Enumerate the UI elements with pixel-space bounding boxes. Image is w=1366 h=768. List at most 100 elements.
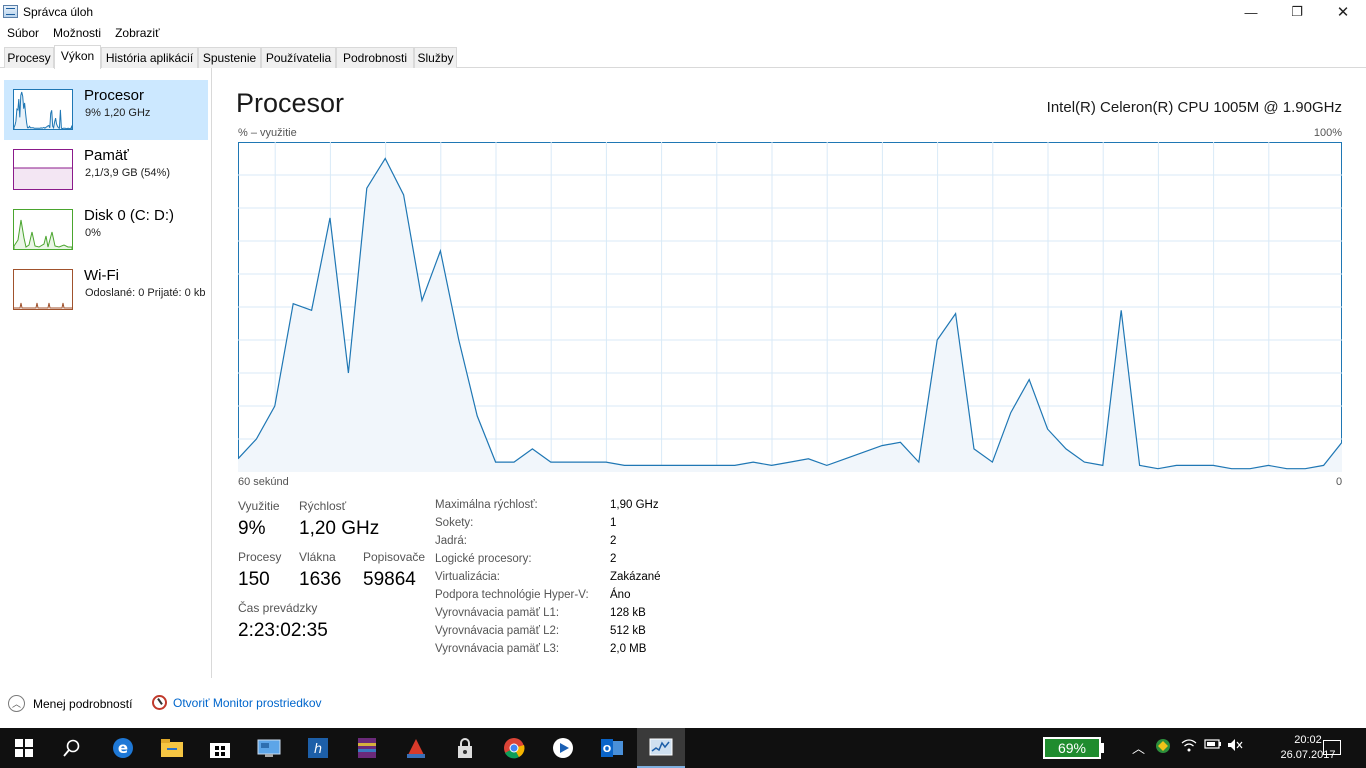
spec-label: Podpora technológie Hyper-V:	[435, 589, 589, 601]
tab-bar: Procesy Výkon História aplikácií Spusten…	[0, 45, 1366, 69]
title-bar: Správca úloh — ❐ ✕	[0, 0, 1366, 24]
wifi-icon[interactable]	[1181, 738, 1197, 755]
network-app-icon[interactable]	[1155, 738, 1171, 757]
svg-text:O: O	[603, 744, 612, 755]
resource-sidebar: Procesor 9% 1,20 GHz Pamäť 2,1/3,9 GB (5…	[0, 68, 212, 678]
sidebar-item-label: Procesor	[84, 87, 145, 104]
edge-icon[interactable]: e	[99, 728, 147, 768]
spec-value: Zakázané	[610, 571, 661, 583]
task-manager-taskbar-icon[interactable]	[637, 728, 685, 768]
chevron-up-tray-icon[interactable]: ︿	[1132, 738, 1145, 757]
utilization-label: Využitie	[238, 499, 280, 513]
speed-value: 1,20 GHz	[299, 518, 380, 539]
minimize-button[interactable]: —	[1228, 0, 1274, 24]
spec-value: 2	[610, 535, 617, 547]
media-player-icon[interactable]	[539, 728, 587, 768]
sidebar-item-label: Wi-Fi	[84, 267, 119, 284]
file-explorer-icon[interactable]	[148, 728, 196, 768]
spec-value: 1	[610, 517, 617, 529]
spec-label: Vyrovnávacia pamäť L3:	[435, 643, 560, 655]
spec-value: 1,90 GHz	[610, 499, 659, 511]
volume-muted-icon[interactable]	[1227, 738, 1243, 755]
uptime-value: 2:23:02:35	[238, 620, 328, 641]
wifi-thumbnail-graph	[13, 269, 73, 310]
menu-options[interactable]: Možnosti	[46, 24, 108, 42]
store-icon[interactable]	[196, 728, 244, 768]
resource-monitor-icon	[152, 695, 167, 710]
winrar-icon[interactable]	[343, 728, 391, 768]
open-resource-monitor-link[interactable]: Otvoriť Monitor prostriedkov	[152, 695, 322, 710]
spec-label: Virtualizácia:	[435, 571, 500, 583]
search-icon[interactable]	[48, 728, 96, 768]
sidebar-item-memory[interactable]: Pamäť 2,1/3,9 GB (54%)	[4, 140, 208, 200]
close-button[interactable]: ✕	[1320, 0, 1366, 24]
open-resource-monitor-label: Otvoriť Monitor prostriedkov	[173, 695, 322, 710]
lock-icon[interactable]	[441, 728, 489, 768]
tab-app-history[interactable]: História aplikácií	[101, 47, 198, 68]
handles-value: 59864	[363, 569, 416, 590]
menu-bar: Súbor Možnosti Zobraziť	[0, 24, 167, 42]
remote-desktop-icon[interactable]	[245, 728, 293, 768]
graph-y-max-label: 100%	[1313, 127, 1342, 139]
spec-label: Maximálna rýchlosť:	[435, 499, 538, 511]
speed-label: Rýchlosť	[299, 499, 347, 513]
tab-users[interactable]: Používatelia	[261, 47, 336, 68]
tab-startup[interactable]: Spustenie	[198, 47, 261, 68]
memory-thumbnail-graph	[13, 149, 73, 190]
menu-file[interactable]: Súbor	[0, 24, 46, 42]
sidebar-item-disk[interactable]: Disk 0 (C: D:) 0%	[4, 200, 208, 260]
menu-view[interactable]: Zobraziť	[108, 24, 167, 42]
task-manager-icon	[3, 5, 18, 18]
spec-label: Sokety:	[435, 517, 474, 529]
chrome-icon[interactable]	[490, 728, 538, 768]
hp-icon[interactable]: h	[294, 728, 342, 768]
spec-label: Vyrovnávacia pamäť L1:	[435, 607, 560, 619]
spec-label: Jadrá:	[435, 535, 467, 547]
action-center-icon[interactable]	[1323, 740, 1341, 755]
processes-label: Procesy	[238, 550, 282, 564]
battery-icon	[1101, 743, 1104, 753]
threads-label: Vlákna	[299, 550, 336, 564]
fewer-details-label: Menej podrobností	[33, 696, 133, 711]
fewer-details-button[interactable]: ︿ Menej podrobností	[8, 695, 132, 712]
sidebar-item-detail: 0%	[85, 227, 101, 239]
spec-value: 128 kB	[610, 607, 646, 619]
svg-text:e: e	[118, 739, 128, 757]
maximize-button[interactable]: ❐	[1274, 0, 1320, 24]
spec-value: Áno	[610, 589, 631, 601]
chevron-up-icon: ︿	[8, 695, 25, 712]
threads-value: 1636	[299, 569, 342, 590]
window-title: Správca úloh	[23, 5, 94, 19]
sidebar-item-detail: 9% 1,20 GHz	[85, 107, 151, 119]
sidebar-item-detail: Odoslané: 0 Prijaté: 0 kb	[85, 287, 206, 299]
spec-label: Vyrovnávacia pamäť L2:	[435, 625, 560, 637]
ccleaner-icon[interactable]	[392, 728, 440, 768]
processes-value: 150	[238, 569, 270, 590]
cpu-model-name: Intel(R) Celeron(R) CPU 1005M @ 1.90GHz	[1046, 99, 1342, 116]
uptime-label: Čas prevádzky	[238, 601, 318, 615]
tab-processes[interactable]: Procesy	[4, 47, 54, 68]
battery-percentage[interactable]: 69%	[1043, 737, 1101, 759]
graph-y-axis-label: % – využitie	[238, 127, 297, 139]
sidebar-item-detail: 2,1/3,9 GB (54%)	[85, 167, 170, 179]
windows-start-icon[interactable]	[0, 728, 48, 768]
handles-label: Popisovače	[363, 550, 426, 564]
utilization-value: 9%	[238, 518, 266, 539]
sidebar-item-label: Pamäť	[84, 147, 129, 164]
graph-x-axis-label-left: 60 sekúnd	[238, 476, 289, 488]
sidebar-item-label: Disk 0 (C: D:)	[84, 207, 174, 224]
sidebar-item-wifi[interactable]: Wi-Fi Odoslané: 0 Prijaté: 0 kb	[4, 260, 208, 320]
cpu-thumbnail-graph	[13, 89, 73, 130]
svg-text:h: h	[314, 742, 322, 757]
spec-value: 2	[610, 553, 617, 565]
sidebar-item-cpu[interactable]: Procesor 9% 1,20 GHz	[4, 80, 208, 140]
battery-tray-icon[interactable]	[1204, 738, 1222, 753]
tab-performance[interactable]: Výkon	[54, 45, 101, 69]
cpu-usage-graph	[238, 142, 1342, 472]
outlook-icon[interactable]: O	[588, 728, 636, 768]
spec-label: Logické procesory:	[435, 553, 532, 565]
task-manager-window: Správca úloh — ❐ ✕ Súbor Možnosti Zobraz…	[0, 0, 1366, 768]
tab-services[interactable]: Služby	[414, 47, 457, 68]
page-title: Procesor	[236, 88, 345, 118]
tab-details[interactable]: Podrobnosti	[336, 47, 414, 68]
